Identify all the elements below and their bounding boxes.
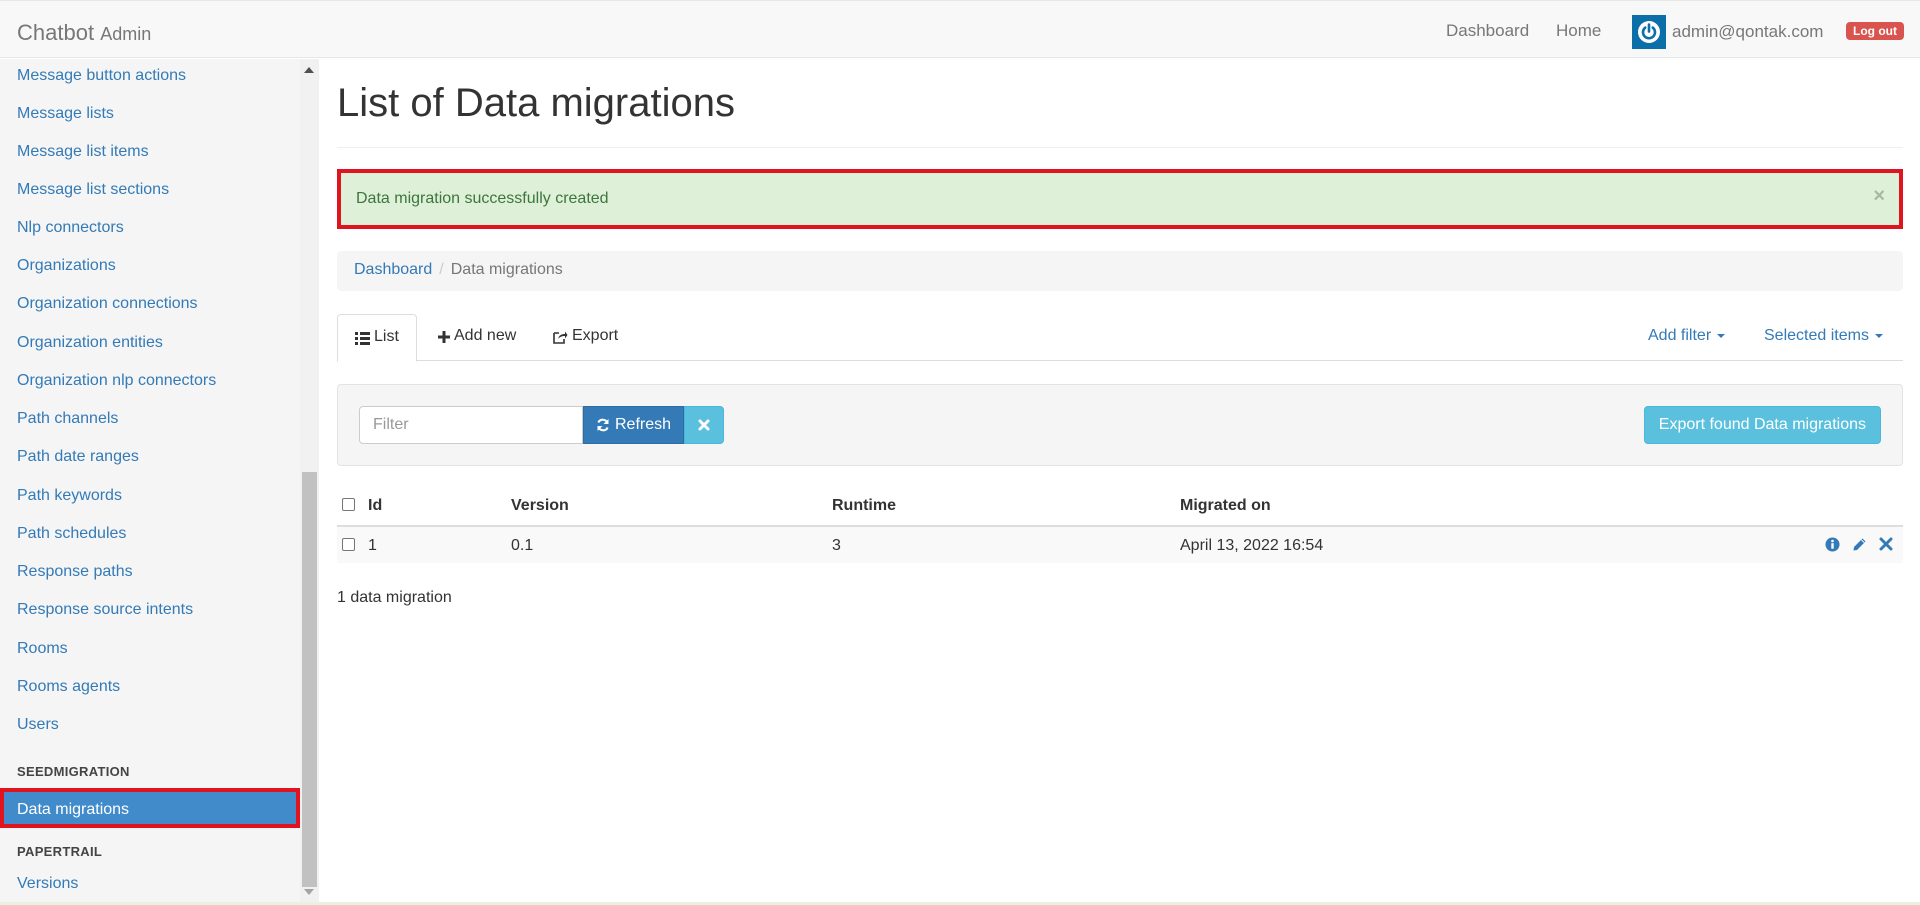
sidebar-section-papertrail: PAPERTRAIL	[17, 844, 103, 859]
title-divider	[337, 147, 1903, 148]
close-icon	[698, 419, 710, 431]
page-title: List of Data migrations	[337, 81, 735, 125]
filter-panel: Refresh Export found Data migrations	[337, 384, 1903, 466]
header-migrated-on[interactable]: Migrated on	[1180, 497, 1271, 515]
sidebar-item-message-button-actions[interactable]: Message button actions	[17, 67, 186, 85]
cell-version: 0.1	[511, 537, 534, 554]
scrollbar-thumb[interactable]	[302, 472, 317, 887]
power-icon	[1638, 21, 1660, 43]
export-found-button[interactable]: Export found Data migrations	[1643, 406, 1881, 444]
sidebar-item-path-keywords[interactable]: Path keywords	[17, 487, 122, 505]
header-runtime[interactable]: Runtime	[832, 497, 896, 515]
plus-icon	[438, 331, 450, 343]
list-icon	[355, 332, 370, 345]
sidebar-item-organization-entities[interactable]: Organization entities	[17, 334, 163, 352]
add-filter-dropdown[interactable]: Add filter	[1648, 327, 1726, 345]
tab-add-new-label: Add new	[454, 327, 517, 344]
export-found-label: Export found Data migrations	[1658, 416, 1866, 433]
alert-message: Data migration successfully created	[356, 190, 609, 207]
sidebar-item-organizations[interactable]: Organizations	[17, 257, 116, 275]
cell-id: 1	[368, 537, 377, 554]
info-icon[interactable]	[1825, 537, 1840, 552]
nav-home-link[interactable]: Home	[1556, 21, 1601, 41]
top-navbar: Chatbot Admin Dashboard Home admin@qonta…	[0, 0, 1920, 58]
refresh-button[interactable]: Refresh	[583, 406, 684, 444]
refresh-icon	[597, 418, 609, 432]
row-checkbox[interactable]	[342, 538, 355, 551]
scroll-down-arrow-icon[interactable]	[304, 889, 314, 895]
row-actions	[1825, 537, 1893, 552]
sidebar-item-data-migrations[interactable]: Data migrations	[0, 788, 300, 828]
tab-list-label: List	[374, 328, 399, 345]
data-migrations-table: Id Version Runtime Migrated on 1 0.1 3 A…	[337, 487, 1903, 563]
pencil-icon[interactable]	[1852, 537, 1867, 552]
tab-list[interactable]: List	[337, 314, 417, 362]
sidebar-item-response-source-intents[interactable]: Response source intents	[17, 601, 193, 619]
sidebar: Message button actions Message lists Mes…	[0, 59, 300, 905]
tab-add-new[interactable]: Add new	[421, 314, 533, 361]
tab-export-label: Export	[572, 327, 619, 344]
selected-items-label: Selected items	[1764, 327, 1869, 344]
nav-dashboard-link[interactable]: Dashboard	[1446, 21, 1529, 41]
select-all-checkbox[interactable]	[342, 498, 355, 511]
sidebar-item-rooms[interactable]: Rooms	[17, 640, 68, 658]
delete-icon[interactable]	[1879, 537, 1893, 551]
sidebar-item-organization-nlp-connectors[interactable]: Organization nlp connectors	[17, 372, 216, 390]
caret-down-icon	[1717, 333, 1726, 338]
sidebar-item-path-channels[interactable]: Path channels	[17, 410, 118, 428]
user-email: admin@qontak.com	[1672, 22, 1824, 41]
breadcrumb-dashboard-link[interactable]: Dashboard	[354, 261, 432, 278]
sidebar-item-message-list-sections[interactable]: Message list sections	[17, 181, 169, 199]
sidebar-item-users[interactable]: Users	[17, 716, 59, 734]
cell-runtime: 3	[832, 537, 841, 554]
refresh-label: Refresh	[614, 416, 672, 433]
action-tabs: List Add new Export Add filter Selected …	[337, 314, 1903, 362]
cell-migrated-on: April 13, 2022 16:54	[1180, 537, 1324, 554]
table-row: 1 0.1 3 April 13, 2022 16:54	[337, 527, 1903, 563]
breadcrumb: Dashboard / Data migrations	[337, 251, 1903, 291]
share-icon	[553, 331, 568, 344]
scroll-up-arrow-icon[interactable]	[304, 67, 314, 73]
brand-name: Chatbot	[17, 20, 95, 45]
selected-items-dropdown[interactable]: Selected items	[1764, 327, 1883, 345]
logout-button[interactable]: Log out	[1846, 22, 1904, 40]
sidebar-item-organization-connections[interactable]: Organization connections	[17, 295, 198, 313]
clear-filter-button[interactable]	[684, 406, 724, 444]
sidebar-item-rooms-agents[interactable]: Rooms agents	[17, 678, 120, 696]
header-id[interactable]: Id	[368, 497, 382, 515]
user-menu[interactable]: admin@qontak.com	[1632, 15, 1823, 49]
sidebar-item-response-paths[interactable]: Response paths	[17, 563, 133, 581]
sidebar-item-path-date-ranges[interactable]: Path date ranges	[17, 448, 139, 466]
sidebar-item-nlp-connectors[interactable]: Nlp connectors	[17, 219, 124, 237]
sidebar-item-path-schedules[interactable]: Path schedules	[17, 525, 126, 543]
sidebar-scrollbar[interactable]	[300, 59, 319, 905]
filter-input[interactable]	[359, 406, 583, 444]
table-header: Id Version Runtime Migrated on	[337, 487, 1903, 527]
record-count: 1 data migration	[337, 589, 452, 606]
brand-logo[interactable]: Chatbot Admin	[17, 20, 151, 46]
user-avatar	[1632, 15, 1666, 49]
alert-close-icon[interactable]: ×	[1873, 185, 1885, 208]
breadcrumb-current: Data migrations	[450, 261, 563, 278]
add-filter-label: Add filter	[1648, 327, 1712, 344]
caret-down-icon	[1874, 333, 1883, 338]
breadcrumb-separator: /	[439, 261, 444, 278]
tab-export[interactable]: Export	[536, 314, 635, 361]
sidebar-item-message-list-items[interactable]: Message list items	[17, 143, 149, 161]
sidebar-section-seedmigration: SEEDMIGRATION	[17, 764, 130, 779]
brand-subtitle: Admin	[100, 24, 152, 44]
success-alert: Data migration successfully created ×	[337, 169, 1903, 229]
sidebar-item-versions[interactable]: Versions	[17, 875, 78, 893]
sidebar-item-message-lists[interactable]: Message lists	[17, 105, 114, 123]
header-version[interactable]: Version	[511, 497, 569, 515]
